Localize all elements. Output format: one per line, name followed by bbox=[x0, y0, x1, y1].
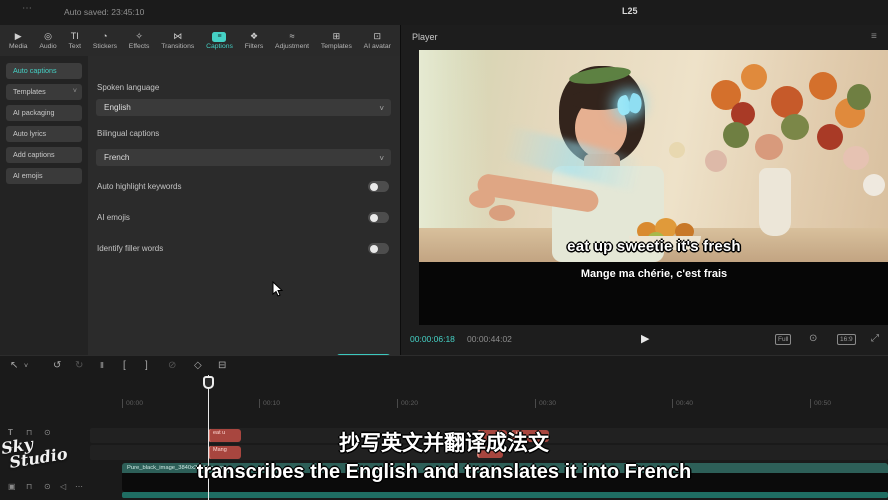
ruler-tick: 00:50 bbox=[810, 399, 831, 408]
chevron-down-icon: ˅ bbox=[379, 150, 384, 167]
ruler-tick: 00:10 bbox=[259, 399, 280, 408]
bilingual-captions-label: Bilingual captions bbox=[97, 129, 159, 138]
sidebar-item-ai-emojis[interactable]: AI emojis bbox=[6, 168, 82, 184]
auto-highlight-toggle[interactable] bbox=[368, 181, 389, 192]
total-timecode: 00:00:44:02 bbox=[467, 334, 512, 344]
trim-left-icon[interactable]: [ bbox=[123, 360, 126, 371]
captions-sidebar: Auto captions Templates ˅ AI packaging A… bbox=[0, 56, 88, 355]
filters-icon: ❖ bbox=[250, 31, 258, 42]
bilingual-captions-select[interactable]: French ˅ bbox=[96, 149, 391, 166]
tab-transitions[interactable]: ⋈ Transitions bbox=[161, 31, 194, 50]
auto-highlight-label: Auto highlight keywords bbox=[97, 182, 182, 191]
audio-strip[interactable] bbox=[122, 492, 888, 498]
player-panel: Player ≡ bbox=[400, 25, 888, 355]
player-menu-icon[interactable]: ≡ bbox=[871, 31, 877, 42]
chevron-down-icon: ˅ bbox=[379, 100, 384, 117]
player-title: Player bbox=[412, 32, 438, 42]
burned-subtitle-en: transcribes the English and translates i… bbox=[0, 461, 888, 484]
project-title: L25 bbox=[622, 6, 638, 16]
video-preview[interactable]: eat up sweetie it's fresh Mange ma chéri… bbox=[419, 50, 888, 325]
split-icon[interactable]: Ⅱ bbox=[100, 361, 104, 370]
tab-audio[interactable]: ◎ Audio bbox=[39, 31, 56, 50]
tab-stickers[interactable]: ◔ Stickers bbox=[93, 31, 117, 50]
stickers-icon: ◔ bbox=[102, 31, 107, 42]
audio-icon: ◎ bbox=[44, 31, 52, 42]
redo-icon[interactable]: ↻ bbox=[75, 360, 83, 371]
full-preview-button[interactable]: Full bbox=[775, 334, 791, 345]
title-bar: ⋯ Auto saved: 23:45:10 L25 bbox=[0, 0, 888, 25]
fullscreen-icon[interactable]: ⤢ bbox=[871, 333, 879, 344]
ruler-tick: 00:00 bbox=[122, 399, 143, 408]
select-tool-chevron-icon[interactable]: ˅ bbox=[24, 363, 28, 370]
window-menu-icon[interactable]: ⋯ bbox=[22, 3, 32, 14]
undo-icon[interactable]: ↺ bbox=[53, 360, 61, 371]
mouse-cursor bbox=[272, 281, 285, 298]
sidebar-item-add-captions[interactable]: Add captions bbox=[6, 147, 82, 163]
video-caption-fr: Mange ma chérie, c'est frais bbox=[419, 268, 888, 280]
current-timecode: 00:00:06:18 bbox=[410, 334, 455, 344]
sidebar-item-ai-packaging[interactable]: AI packaging bbox=[6, 105, 82, 121]
trim-right-icon[interactable]: ] bbox=[145, 360, 148, 371]
ai-emojis-label: AI emojis bbox=[97, 213, 130, 222]
video-caption-en: eat up sweetie it's fresh bbox=[419, 238, 888, 255]
main-toolbar: ▶ Media ◎ Audio TI Text ◔ Stickers ✧ Eff… bbox=[0, 25, 400, 56]
auto-captions-settings: Spoken language English ˅ Bilingual capt… bbox=[88, 56, 400, 355]
templates-icon: ⊞ bbox=[333, 31, 341, 42]
chevron-down-icon: ˅ bbox=[73, 84, 77, 100]
media-icon: ▶ bbox=[15, 31, 22, 42]
transitions-icon: ⋈ bbox=[173, 31, 182, 42]
delete-icon[interactable]: ⊘ bbox=[168, 360, 176, 371]
ruler-tick: 00:20 bbox=[397, 399, 418, 408]
tab-ai-avatar[interactable]: ⊡ AI avatar bbox=[364, 31, 391, 50]
tab-filters[interactable]: ❖ Filters bbox=[245, 31, 264, 50]
captions-icon: ≡ bbox=[212, 32, 226, 42]
burned-subtitle-zh: 抄写英文并翻译成法文 bbox=[0, 427, 888, 457]
ai-avatar-icon: ⊡ bbox=[374, 31, 382, 42]
select-tool-icon[interactable]: ↖ bbox=[10, 360, 18, 371]
playhead-handle[interactable] bbox=[203, 376, 214, 389]
ai-emojis-toggle[interactable] bbox=[368, 212, 389, 223]
autosave-status: Auto saved: 23:45:10 bbox=[64, 7, 144, 17]
tab-templates[interactable]: ⊞ Templates bbox=[321, 31, 352, 50]
tab-captions[interactable]: ≡ Captions bbox=[206, 32, 233, 50]
tab-text[interactable]: TI Text bbox=[69, 31, 81, 50]
effects-icon: ✧ bbox=[135, 31, 143, 42]
sidebar-item-auto-captions[interactable]: Auto captions bbox=[6, 63, 82, 79]
mask-icon[interactable]: ◇ bbox=[194, 360, 202, 371]
spoken-language-select[interactable]: English ˅ bbox=[96, 99, 391, 116]
video-letterbox: Mange ma chérie, c'est frais bbox=[419, 262, 888, 325]
ruler-tick: 00:40 bbox=[672, 399, 693, 408]
filler-words-label: Identify filler words bbox=[97, 244, 163, 253]
play-button[interactable]: ▶ bbox=[641, 332, 649, 345]
left-panel: ▶ Media ◎ Audio TI Text ◔ Stickers ✧ Eff… bbox=[0, 25, 400, 355]
extract-frames-icon[interactable]: ⊟ bbox=[218, 360, 226, 371]
sidebar-item-templates[interactable]: Templates ˅ bbox=[6, 84, 82, 100]
app-window: ⋯ Auto saved: 23:45:10 L25 ▶ Media ◎ Aud… bbox=[0, 0, 888, 500]
filler-words-toggle[interactable] bbox=[368, 243, 389, 254]
aspect-ratio-button[interactable]: 16:9 bbox=[837, 334, 856, 345]
ruler-tick: 00:30 bbox=[535, 399, 556, 408]
tab-media[interactable]: ▶ Media bbox=[9, 31, 28, 50]
focus-icon[interactable]: ⊙ bbox=[809, 333, 817, 344]
sidebar-item-auto-lyrics[interactable]: Auto lyrics bbox=[6, 126, 82, 142]
adjustment-icon: ≈ bbox=[290, 31, 295, 42]
video-scene: eat up sweetie it's fresh bbox=[419, 50, 888, 262]
player-controls: 00:00:06:18 00:00:44:02 ▶ Full ⊙ 16:9 ⤢ bbox=[401, 325, 888, 355]
text-icon: TI bbox=[71, 31, 79, 42]
tab-effects[interactable]: ✧ Effects bbox=[129, 31, 150, 50]
spoken-language-label: Spoken language bbox=[97, 83, 159, 92]
tab-adjustment[interactable]: ≈ Adjustment bbox=[275, 31, 309, 50]
